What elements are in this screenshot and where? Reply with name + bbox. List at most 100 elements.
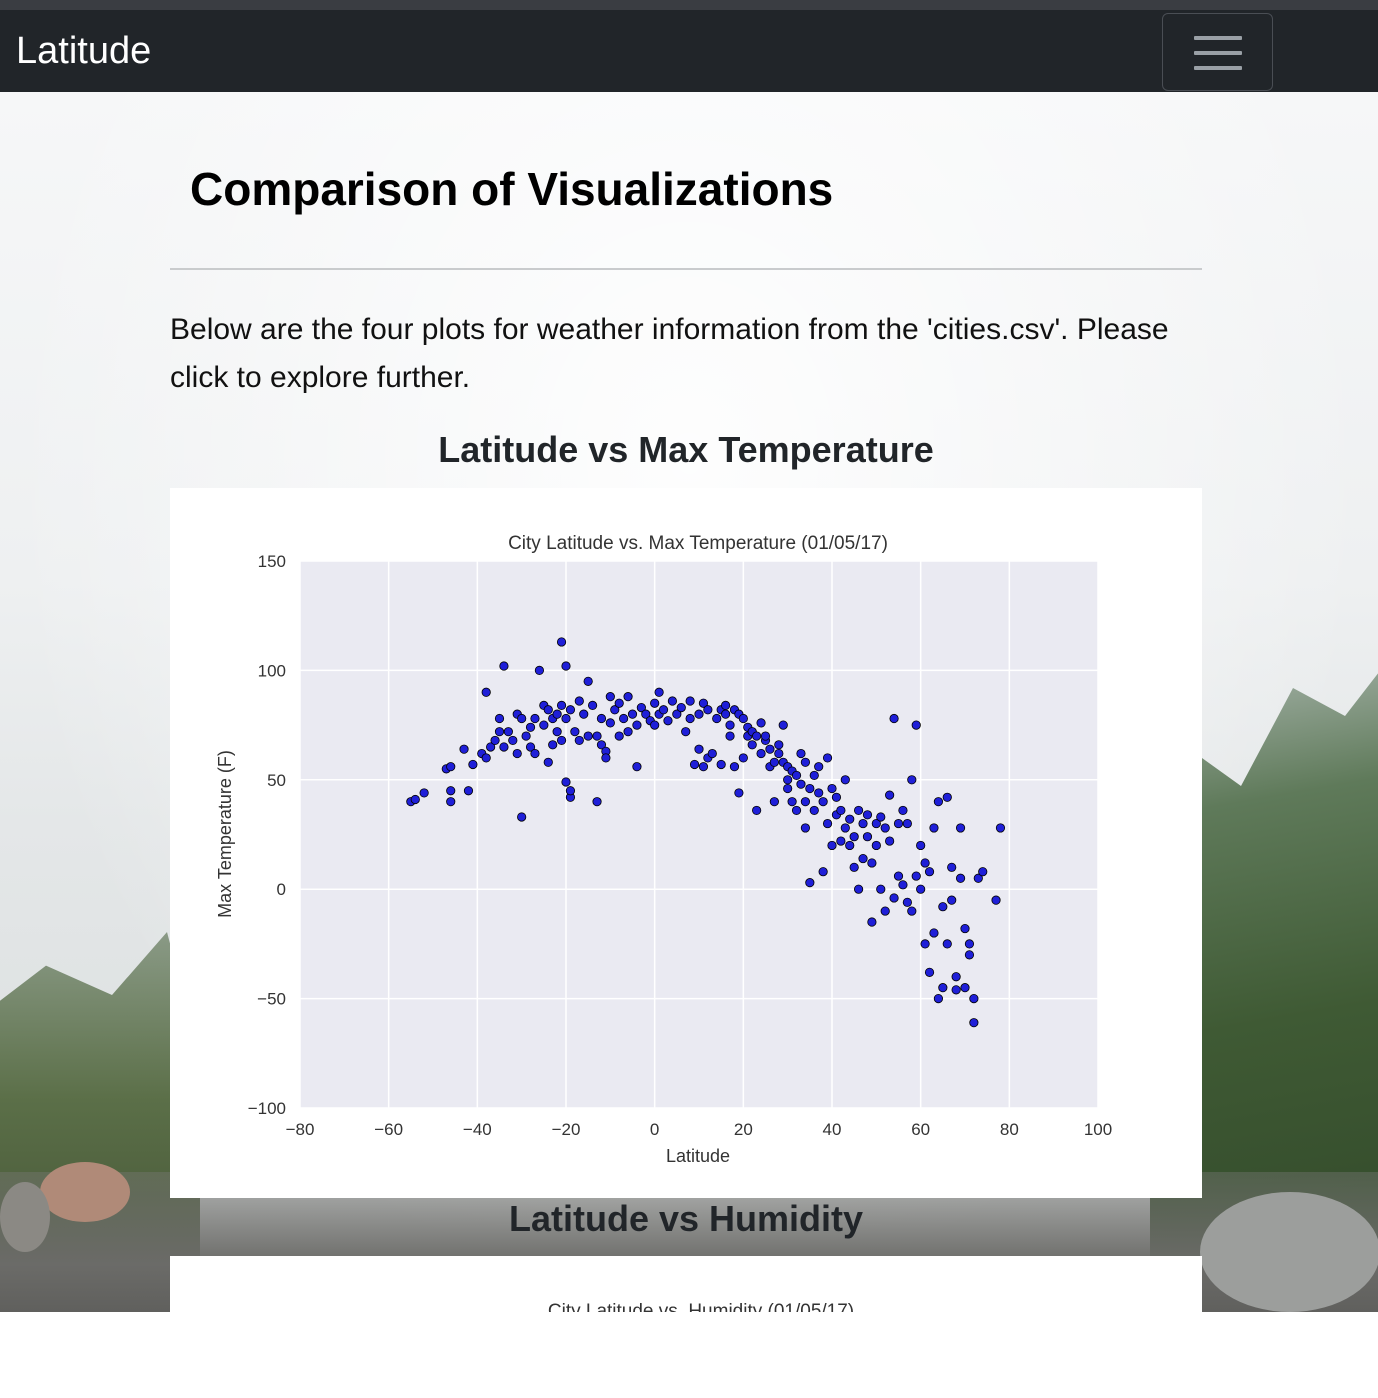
data-point: [689, 759, 700, 770]
navbar-toggler-button[interactable]: [1162, 13, 1273, 91]
data-point: [587, 700, 598, 711]
data-point: [964, 950, 975, 960]
data-point: [902, 818, 912, 829]
data-point: [592, 731, 602, 741]
data-point: [960, 983, 970, 993]
data-point: [725, 731, 735, 741]
data-point: [530, 748, 540, 759]
y-axis-label: Max Temperature (F): [215, 750, 235, 918]
data-point: [893, 871, 904, 881]
data-point: [800, 797, 811, 807]
data-point: [752, 805, 762, 816]
data-point: [601, 753, 611, 763]
data-point: [783, 783, 793, 794]
data-point: [978, 867, 988, 877]
data-point: [481, 687, 491, 697]
data-point: [583, 676, 593, 686]
data-point: [845, 814, 855, 824]
data-point: [907, 775, 917, 785]
data-point: [876, 812, 886, 822]
data-point: [596, 713, 607, 724]
data-point: [623, 692, 633, 702]
data-point: [947, 862, 957, 872]
data-point: [920, 939, 930, 949]
data-point: [796, 779, 806, 789]
data-point: [791, 770, 802, 781]
data-point: [747, 740, 757, 750]
data-point: [774, 740, 784, 750]
data-point: [942, 939, 952, 949]
data-point: [565, 705, 576, 715]
data-point: [650, 698, 660, 708]
data-point: [685, 713, 695, 724]
data-point: [991, 895, 1001, 905]
hamburger-menu-icon: [1194, 36, 1242, 40]
x-tick-label: 40: [823, 1120, 842, 1139]
data-point: [508, 735, 518, 746]
data-point: [410, 794, 420, 805]
data-point: [827, 783, 837, 794]
data-point: [490, 735, 500, 746]
data-point: [924, 867, 935, 877]
data-point: [552, 727, 562, 737]
x-axis-label: Latitude: [666, 1146, 730, 1166]
data-point: [459, 744, 469, 754]
data-point: [632, 720, 642, 730]
data-point: [619, 713, 629, 724]
data-point: [805, 783, 815, 794]
data-point: [579, 709, 589, 719]
max-temp-scatter-chart: City Latitude vs. Max Temperature (01/05…: [215, 533, 1113, 1166]
data-point: [463, 786, 474, 796]
data-point: [756, 748, 766, 759]
data-point: [902, 897, 912, 907]
data-point: [446, 786, 456, 796]
data-point: [840, 823, 850, 833]
data-point: [517, 713, 527, 724]
rock: [0, 1182, 50, 1252]
data-point: [942, 792, 952, 802]
data-point: [955, 873, 966, 883]
data-point: [729, 762, 740, 772]
data-point: [796, 748, 806, 759]
data-point: [760, 731, 771, 741]
page-title: Comparison of Visualizations: [190, 163, 834, 215]
y-tick-labels: −100 −50 0 50 100 150: [248, 552, 286, 1118]
data-point: [605, 692, 615, 702]
data-point: [499, 661, 509, 671]
data-point: [800, 757, 811, 767]
navbar-brand[interactable]: Latitude: [16, 30, 151, 73]
data-point: [605, 718, 615, 728]
data-point: [419, 788, 429, 798]
x-tick-label: 60: [911, 1120, 930, 1139]
data-point: [614, 698, 624, 708]
rock: [1200, 1192, 1378, 1312]
data-point: [885, 790, 895, 800]
data-point: [570, 727, 580, 737]
data-point: [694, 744, 704, 754]
data-point: [556, 735, 567, 746]
data-point: [911, 871, 921, 881]
x-tick-label: −40: [463, 1120, 492, 1139]
data-point: [871, 840, 881, 851]
section-heading-humidity: Latitude vs Humidity: [508, 1198, 864, 1239]
data-point: [969, 993, 979, 1004]
data-point: [548, 740, 558, 750]
data-point: [929, 928, 939, 938]
data-point: [933, 797, 944, 807]
data-point: [752, 731, 762, 741]
data-point: [734, 788, 744, 798]
x-tick-labels: −80 −60 −40 −20 0 20 40 60 80 100: [286, 1120, 1113, 1139]
data-point: [556, 637, 567, 647]
data-point: [778, 720, 788, 730]
data-point: [889, 713, 899, 724]
data-point: [836, 805, 846, 816]
data-point: [667, 696, 677, 706]
data-point: [827, 840, 837, 851]
data-point: [840, 775, 850, 785]
y-tick-label: 0: [277, 880, 286, 899]
data-point: [650, 720, 660, 730]
plot-card-max-temp[interactable]: City Latitude vs. Max Temperature (01/05…: [170, 488, 1202, 1198]
data-point: [530, 713, 540, 724]
data-point: [809, 770, 819, 781]
data-point: [565, 786, 576, 796]
